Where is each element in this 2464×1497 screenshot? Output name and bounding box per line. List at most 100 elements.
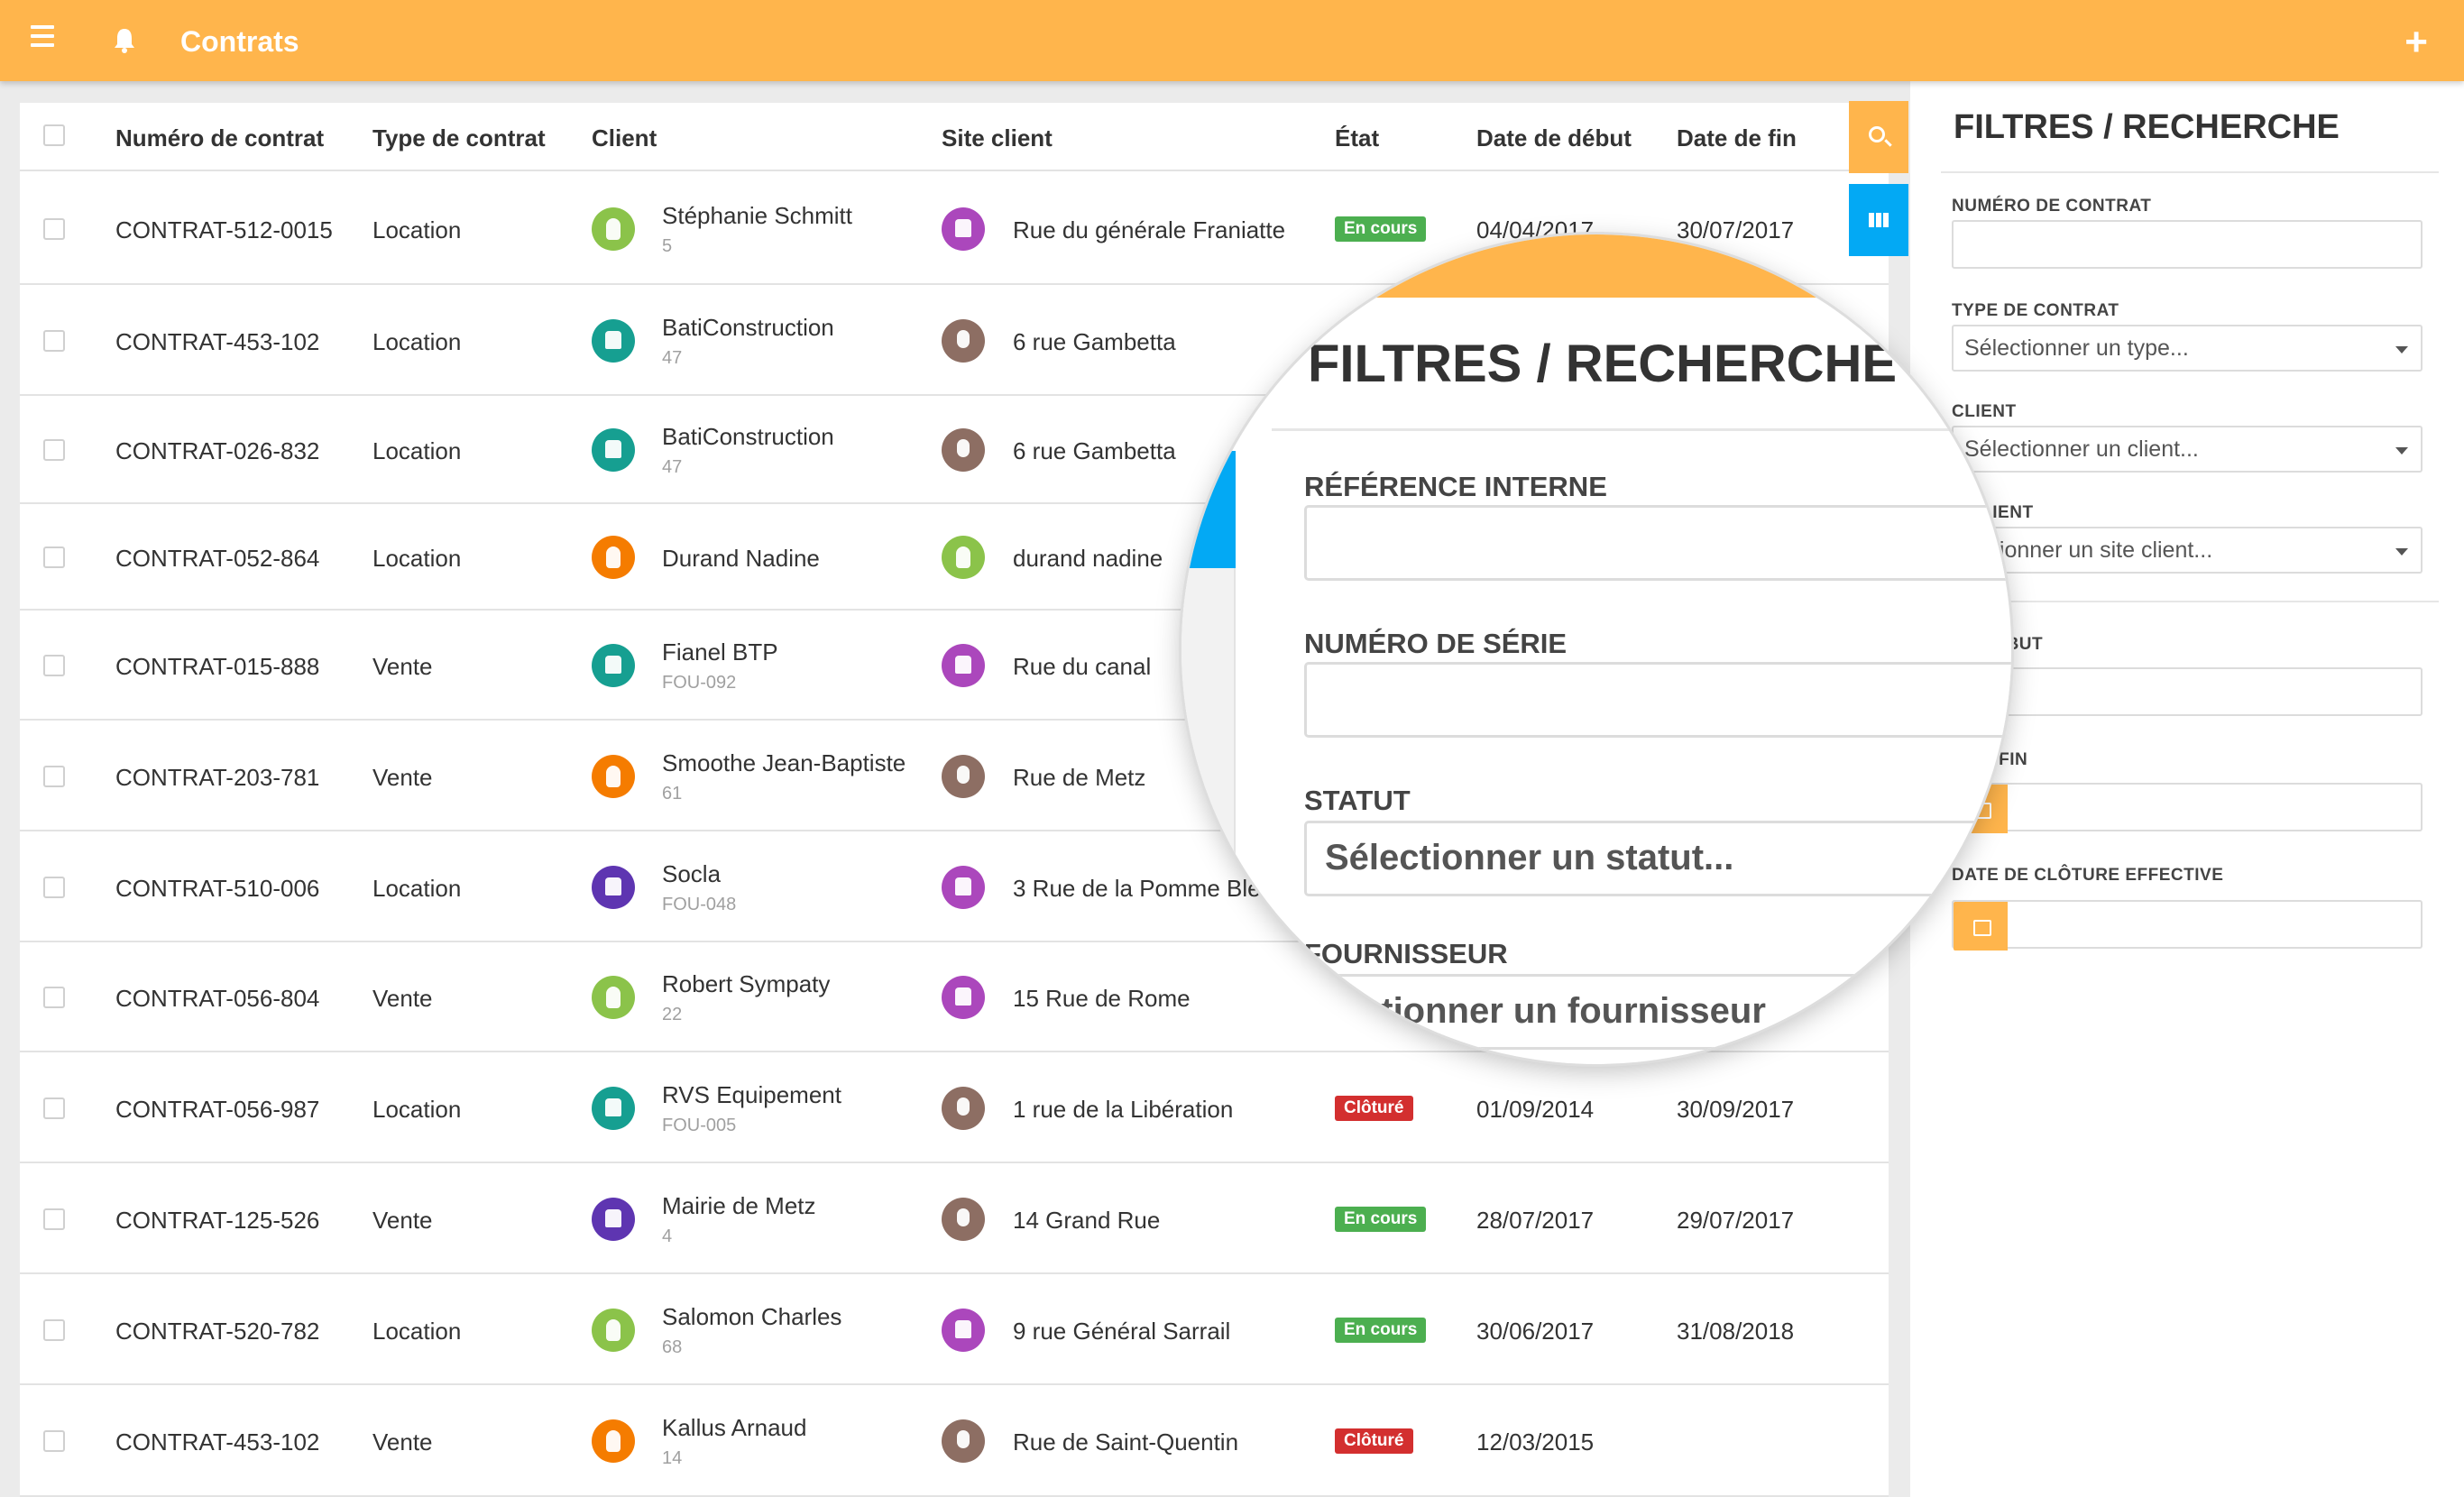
cell-client[interactable]: Smoothe Jean-Baptiste [662,749,906,777]
person-icon [592,1419,635,1463]
cell-numero[interactable]: CONTRAT-015-888 [115,653,319,681]
cell-type: Location [372,437,462,464]
filter-numero-input[interactable] [1952,220,2423,269]
cell-numero[interactable]: CONTRAT-453-102 [115,1428,319,1456]
magnified-serie-input[interactable] [1304,662,2011,738]
magnified-ref-input[interactable] [1304,505,2011,581]
hamburger-menu-icon[interactable] [31,25,54,52]
status-badge: Clôturé [1335,1428,1413,1454]
cell-client[interactable]: Durand Nadine [662,545,820,573]
status-badge: En cours [1335,1207,1427,1232]
cell-site[interactable]: Rue de Saint-Quentin [1013,1428,1238,1456]
cell-numero[interactable]: CONTRAT-026-832 [115,437,319,465]
filter-cloture-input[interactable] [1952,900,2423,951]
cell-debut: 28/07/2017 [1476,1207,1595,1234]
cell-client[interactable]: RVS Equipement [662,1081,841,1109]
cell-numero[interactable]: CONTRAT-056-987 [115,1096,319,1124]
person-icon [592,1309,635,1352]
column-header-type[interactable]: Type de contrat [372,124,546,152]
cell-client[interactable]: Robert Sympaty [662,970,830,998]
cell-numero[interactable]: CONTRAT-203-781 [115,764,319,792]
cell-site[interactable]: 14 Grand Rue [1013,1207,1160,1235]
cell-site[interactable]: Rue de Metz [1013,764,1145,792]
factory-icon [592,428,635,472]
cell-type: Location [372,1318,462,1345]
magnified-fournisseur-value: ctionner un fournisseur [1361,991,1766,1031]
magnified-top-bar [1181,234,2011,298]
row-checkbox[interactable] [43,1430,65,1452]
cell-type: Vente [372,985,433,1012]
divider [1941,171,2439,173]
column-header-debut[interactable]: Date de début [1476,124,1632,152]
row-checkbox[interactable] [43,546,65,568]
map-pin-icon [942,1198,985,1241]
bell-icon[interactable] [112,27,137,54]
select-all-checkbox[interactable] [43,124,65,146]
row-checkbox[interactable] [43,1097,65,1119]
cell-site[interactable]: 1 rue de la Libération [1013,1096,1233,1124]
cell-site[interactable]: 15 Rue de Rome [1013,985,1191,1013]
table-row[interactable]: CONTRAT-056-987 Location RVS Equipement FOU… [20,1052,1889,1163]
magnified-fournisseur-select[interactable]: ctionner un fournisseur [1304,974,2011,1050]
cell-client-ref: FOU-005 [662,1116,737,1135]
cell-client-ref: FOU-048 [662,895,737,914]
column-header-numero[interactable]: Numéro de contrat [115,124,324,152]
column-header-site[interactable]: Site client [942,124,1053,152]
filter-debut-input[interactable] [1952,667,2423,716]
cell-site[interactable]: 6 rue Gambetta [1013,328,1176,356]
filter-fin-input[interactable] [1952,783,2423,833]
row-checkbox[interactable] [43,1208,65,1230]
filter-type-value: Sélectionner un type... [1964,335,2189,361]
calendar-icon[interactable] [1954,902,2008,951]
row-checkbox[interactable] [43,1319,65,1341]
magnified-statut-select[interactable]: Sélectionner un statut... [1304,821,2011,896]
cell-site[interactable]: Rue du canal [1013,653,1151,681]
row-checkbox[interactable] [43,877,65,898]
top-app-bar: Contrats + [0,0,2464,81]
cell-numero[interactable]: CONTRAT-510-006 [115,875,319,903]
row-checkbox[interactable] [43,655,65,676]
row-checkbox[interactable] [43,218,65,240]
cell-client[interactable]: Socla [662,860,721,888]
column-header-etat[interactable]: État [1335,124,1379,152]
table-row[interactable]: CONTRAT-125-526 Vente Mairie de Metz 4 14 Gr… [20,1163,1889,1274]
factory-icon [592,319,635,363]
person-icon [592,207,635,251]
column-header-fin[interactable]: Date de fin [1677,124,1797,152]
column-header-client[interactable]: Client [592,124,657,152]
magnified-statut-label: STATUT [1304,785,1411,816]
cell-client-ref: 47 [662,348,683,368]
cell-site[interactable]: 9 rue Général Sarrail [1013,1318,1230,1345]
person-icon [592,755,635,798]
cell-numero[interactable]: CONTRAT-520-782 [115,1318,319,1345]
cell-site[interactable]: 6 rue Gambetta [1013,437,1176,465]
table-row[interactable]: CONTRAT-520-782 Location Salomon Charles 68… [20,1274,1889,1385]
filter-site-select[interactable]: lectionner un site client... [1952,527,2423,574]
search-button[interactable] [1849,101,1908,173]
cell-client[interactable]: Mairie de Metz [662,1192,816,1220]
filter-client-select[interactable]: Sélectionner un client... [1952,426,2423,473]
cell-numero[interactable]: CONTRAT-056-804 [115,985,319,1013]
cell-numero[interactable]: CONTRAT-512-0015 [115,216,333,244]
table-row[interactable]: CONTRAT-453-102 Vente Kallus Arnaud 14 Rue d… [20,1385,1889,1497]
cell-numero[interactable]: CONTRAT-453-102 [115,328,319,356]
cell-numero[interactable]: CONTRAT-052-864 [115,545,319,573]
row-checkbox[interactable] [43,766,65,787]
cell-client[interactable]: Kallus Arnaud [662,1414,806,1442]
cell-client[interactable]: Stéphanie Schmitt [662,202,852,230]
cell-client[interactable]: Salomon Charles [662,1303,841,1331]
row-checkbox[interactable] [43,987,65,1008]
cell-client[interactable]: Fianel BTP [662,638,778,666]
cell-fin: 30/09/2017 [1677,1096,1795,1123]
filter-type-select[interactable]: Sélectionner un type... [1952,325,2423,372]
cell-client[interactable]: BatiConstruction [662,423,834,451]
building-icon [942,1309,985,1352]
cell-client-ref: 4 [662,1226,673,1246]
cell-site[interactable]: durand nadine [1013,545,1163,573]
cell-client[interactable]: BatiConstruction [662,314,834,342]
add-contract-button[interactable]: + [2404,20,2428,65]
cell-numero[interactable]: CONTRAT-125-526 [115,1207,319,1235]
row-checkbox[interactable] [43,330,65,352]
row-checkbox[interactable] [43,439,65,461]
cell-type: Vente [372,1428,433,1456]
